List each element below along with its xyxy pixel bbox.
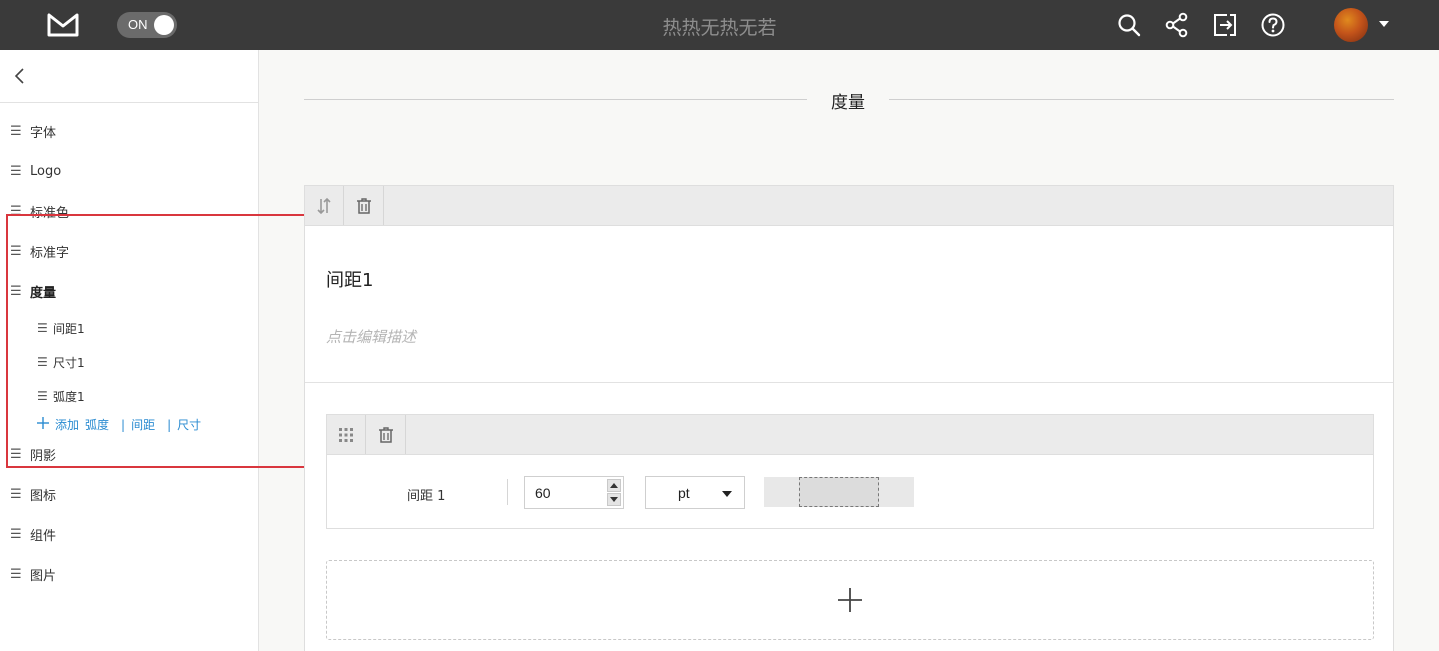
search-icon[interactable] (1116, 12, 1142, 38)
drag-handle-icon[interactable]: ☰ (10, 487, 24, 502)
plus-icon[interactable] (37, 417, 49, 432)
sidebar-item-label: 字体 (30, 125, 57, 141)
sidebar-item-label: 阴影 (30, 448, 57, 464)
description-placeholder[interactable]: 点击编辑描述 (326, 326, 416, 347)
stepper-down-icon[interactable] (607, 493, 621, 506)
sub-item-label: 尺寸1 (53, 355, 85, 370)
sidebar-item-label: Logo (30, 163, 62, 179)
sidebar-item-standard-color[interactable]: ☰ 标准色 (10, 201, 69, 221)
drag-handle-icon[interactable]: ☰ (10, 124, 24, 139)
sidebar-item-label: 度量 (30, 285, 57, 301)
chevron-down-icon (722, 491, 732, 497)
row-separator (507, 479, 508, 505)
spacing-label[interactable]: 间距 1 (407, 485, 445, 504)
drag-handle-icon[interactable]: ☰ (10, 204, 24, 219)
value-input[interactable] (525, 477, 605, 508)
top-bar: ON 热热无热无若 (0, 0, 1439, 50)
add-metric-row: 添加 弧度 | 间距 | 尺寸 (37, 416, 207, 433)
link-separator: | (121, 417, 126, 432)
plus-icon[interactable] (837, 587, 863, 613)
help-icon[interactable] (1260, 12, 1286, 38)
card-divider (305, 382, 1393, 383)
sidebar-item-label: 图片 (30, 568, 57, 584)
drag-handle-icon[interactable]: ☰ (10, 164, 24, 179)
sub-item-radius[interactable]: ☰ 弧度1 (37, 387, 85, 405)
link-separator: | (167, 417, 172, 432)
value-stepper[interactable] (524, 476, 624, 509)
app-logo-icon[interactable] (47, 12, 79, 38)
user-avatar[interactable] (1334, 8, 1368, 42)
card-toolbar (305, 186, 1393, 226)
sidebar-divider (0, 102, 258, 103)
metric-card: 间距1 点击编辑描述 间距 1 pt (304, 185, 1394, 651)
sidebar-item-label: 标准色 (30, 205, 70, 221)
toggle-knob (154, 15, 174, 35)
chevron-down-icon[interactable] (1379, 21, 1389, 27)
sub-item-spacing[interactable]: ☰ 间距1 (37, 319, 85, 337)
on-off-toggle[interactable]: ON (117, 12, 177, 38)
export-icon[interactable] (1212, 12, 1238, 38)
add-label: 添加 (55, 418, 80, 432)
sidebar-item-label: 标准字 (30, 245, 70, 261)
sub-item-label: 弧度1 (53, 389, 85, 404)
metric-row: 间距 1 pt (326, 414, 1374, 529)
sort-icon[interactable] (305, 186, 344, 225)
sidebar-item-shadow[interactable]: ☰ 阴影 (10, 444, 56, 464)
sidebar-item-standard-type[interactable]: ☰ 标准字 (10, 241, 69, 261)
spacing-preview-box (799, 477, 879, 507)
metric-title[interactable]: 间距1 (326, 266, 373, 292)
drag-handle-icon[interactable]: ☰ (10, 527, 24, 542)
add-item-area[interactable] (326, 560, 1374, 640)
sub-item-label: 间距1 (53, 321, 85, 336)
stepper-up-icon[interactable] (607, 479, 621, 492)
section-header: 度量 (304, 88, 1394, 113)
drag-handle-icon[interactable]: ☰ (10, 244, 24, 259)
trash-icon[interactable] (345, 186, 384, 225)
sidebar-item-icons[interactable]: ☰ 图标 (10, 484, 56, 504)
sidebar-item-font[interactable]: ☰ 字体 (10, 121, 56, 141)
add-size-link[interactable]: 尺寸 (177, 416, 201, 433)
sidebar-item-images[interactable]: ☰ 图片 (10, 564, 56, 584)
back-arrow-icon[interactable] (10, 66, 30, 86)
trash-icon[interactable] (367, 415, 406, 454)
sub-item-size[interactable]: ☰ 尺寸1 (37, 353, 85, 371)
drag-grip-icon[interactable] (327, 415, 366, 454)
unit-select[interactable]: pt (645, 476, 745, 509)
sidebar-item-label: 图标 (30, 488, 57, 504)
add-spacing-link[interactable]: 间距 (131, 416, 155, 433)
sidebar-item-logo[interactable]: ☰ Logo (10, 161, 61, 181)
row-toolbar (327, 415, 1373, 455)
drag-handle-icon[interactable]: ☰ (10, 447, 24, 462)
section-title: 度量 (831, 93, 865, 113)
drag-handle-icon[interactable]: ☰ (37, 389, 49, 403)
add-radius-link[interactable]: 弧度 (85, 416, 109, 433)
sidebar-item-components[interactable]: ☰ 组件 (10, 524, 56, 544)
sidebar-item-metrics[interactable]: ☰ 度量 (10, 281, 56, 301)
drag-handle-icon[interactable]: ☰ (10, 284, 24, 299)
drag-handle-icon[interactable]: ☰ (37, 355, 49, 369)
divider-line (304, 99, 807, 100)
divider-line (889, 99, 1394, 100)
drag-handle-icon[interactable]: ☰ (37, 321, 49, 335)
unit-value: pt (678, 485, 690, 501)
toggle-label: ON (128, 17, 148, 32)
sidebar: ☰ 字体 ☰ Logo ☰ 标准色 ☰ 标准字 ☰ 度量 ☰ 间距1 ☰ 尺寸1… (0, 50, 259, 651)
sidebar-item-label: 组件 (30, 528, 57, 544)
drag-handle-icon[interactable]: ☰ (10, 567, 24, 582)
share-icon[interactable] (1164, 12, 1190, 38)
